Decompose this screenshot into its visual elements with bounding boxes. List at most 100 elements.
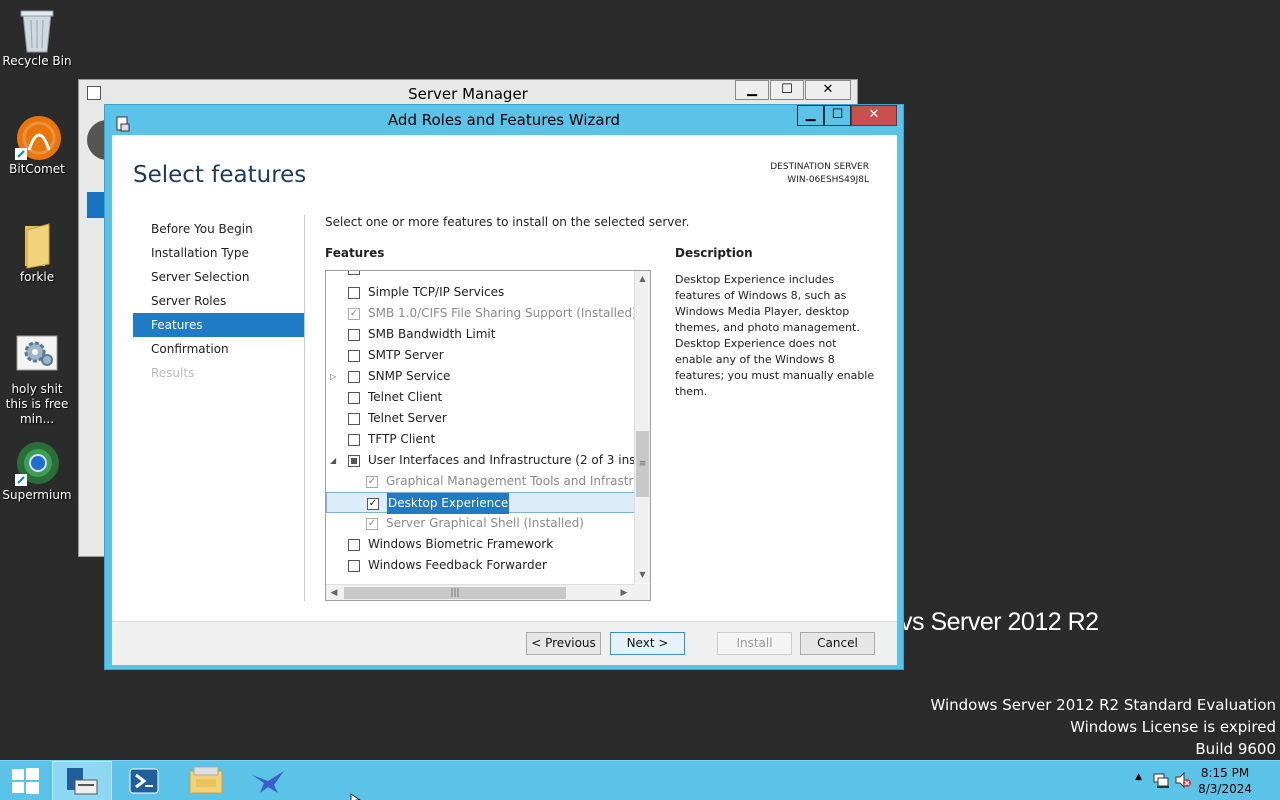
feature-checkbox[interactable] bbox=[348, 455, 360, 467]
feature-row[interactable]: ✓ Server Graphical Shell (Installed) bbox=[326, 513, 646, 534]
feature-checkbox[interactable] bbox=[348, 371, 360, 383]
recycle-bin-icon bbox=[15, 6, 59, 53]
feature-checkbox[interactable] bbox=[348, 434, 360, 446]
volume-muted-icon[interactable] bbox=[1174, 771, 1192, 793]
feature-label: Telnet Client bbox=[368, 390, 443, 404]
feature-row[interactable]: Windows Feedback Forwarder bbox=[326, 555, 646, 576]
feature-checkbox: ✓ bbox=[366, 518, 378, 530]
feature-label: Desktop Experience bbox=[387, 493, 510, 514]
desktop-icon-label: BitComet bbox=[9, 162, 65, 176]
feature-label: SMB Bandwidth Limit bbox=[368, 327, 496, 341]
nav-item-server-roles[interactable]: Server Roles bbox=[133, 289, 304, 313]
nav-item-results: Results bbox=[151, 366, 195, 380]
feature-row[interactable]: SMTP Server bbox=[326, 345, 646, 366]
nav-item-installation-type[interactable]: Installation Type bbox=[133, 241, 304, 265]
feature-row[interactable]: ▷ SNMP Service bbox=[326, 366, 646, 387]
server-manager-icon bbox=[87, 86, 101, 100]
feature-row[interactable]: Telnet Client bbox=[326, 387, 646, 408]
scroll-left-icon[interactable]: ◀ bbox=[326, 585, 342, 600]
network-icon[interactable] bbox=[1152, 771, 1170, 793]
feature-row[interactable]: ✓ SMB 1.0/CIFS File Sharing Support (Inst… bbox=[326, 303, 646, 324]
close-button[interactable]: ✕ bbox=[851, 105, 897, 126]
desktop-icon-label: Supermium bbox=[2, 488, 72, 502]
feature-row[interactable]: SMB Bandwidth Limit bbox=[326, 324, 646, 345]
feature-row[interactable]: Windows Biometric Framework bbox=[326, 534, 646, 555]
scroll-up-icon[interactable]: ▲ bbox=[635, 271, 650, 287]
mouse-cursor-icon bbox=[350, 790, 362, 800]
nav-item-before-you-begin[interactable]: Before You Begin bbox=[133, 217, 304, 241]
cancel-button[interactable]: Cancel bbox=[800, 632, 875, 655]
feature-row[interactable]: ✓ Graphical Management Tools and Infrastr… bbox=[326, 471, 650, 492]
nav-item-server-selection[interactable]: Server Selection bbox=[133, 265, 304, 289]
taskbar-file-explorer[interactable] bbox=[176, 761, 236, 800]
feature-row[interactable]: ◢ User Interfaces and Infrastructure (2 o… bbox=[326, 450, 650, 471]
nav-item-confirmation[interactable]: Confirmation bbox=[133, 337, 304, 361]
feature-label: Graphical Management Tools and Infrastru… bbox=[386, 474, 650, 488]
scroll-thumb[interactable]: ≡ bbox=[636, 431, 649, 497]
expand-toggle-icon[interactable]: ◢ bbox=[330, 450, 336, 471]
windows-logo-icon bbox=[12, 768, 39, 794]
desktop-icon-recycle-bin[interactable]: Recycle Bin bbox=[2, 6, 72, 69]
feature-label: Windows Feedback Forwarder bbox=[368, 558, 547, 572]
hscroll-thumb[interactable]: ||| bbox=[344, 587, 566, 599]
clock-time: 8:15 PM bbox=[1200, 766, 1250, 780]
taskbar-powershell[interactable] bbox=[114, 761, 174, 800]
horizontal-scrollbar[interactable]: ◀ ||| ▶ bbox=[326, 584, 650, 600]
watermark-license: Windows License is expired bbox=[1070, 718, 1276, 736]
feature-label: SMTP Server bbox=[368, 348, 444, 362]
maximize-button[interactable]: ☐ bbox=[824, 105, 851, 126]
desktop-icon-bitcomet[interactable]: BitComet bbox=[2, 114, 72, 177]
expand-toggle-icon[interactable]: ▷ bbox=[330, 366, 336, 387]
maximize-button[interactable]: ☐ bbox=[770, 80, 804, 100]
feature-row[interactable]: ✓ Desktop Experience bbox=[326, 492, 646, 514]
taskbar-server-manager[interactable] bbox=[52, 761, 112, 800]
feature-checkbox[interactable] bbox=[348, 287, 360, 299]
description-heading: Description bbox=[675, 246, 753, 260]
destination-server-name: WIN-06ESHS49J8L bbox=[787, 175, 869, 185]
feature-checkbox: ✓ bbox=[366, 476, 378, 488]
features-tree[interactable]: Simple TCP/IP Services ✓ SMB 1.0/CIFS File… bbox=[325, 270, 651, 601]
desktop-icon-forkle[interactable]: forkle bbox=[2, 222, 72, 285]
feature-label: Simple TCP/IP Services bbox=[368, 285, 505, 299]
instruction-text: Select one or more features to install o… bbox=[325, 215, 690, 229]
feature-checkbox[interactable] bbox=[348, 350, 360, 362]
previous-button[interactable]: < Previous bbox=[526, 632, 601, 655]
feature-label: TFTP Client bbox=[368, 432, 436, 446]
feature-row[interactable]: Telnet Server bbox=[326, 408, 646, 429]
feature-checkbox[interactable] bbox=[348, 413, 360, 425]
feature-checkbox[interactable] bbox=[348, 329, 360, 341]
scroll-corner bbox=[634, 584, 650, 600]
os-brand-text: vs Server 2012 R2 bbox=[900, 608, 1099, 636]
nav-item-features[interactable]: Features bbox=[133, 313, 304, 337]
feature-checkbox[interactable] bbox=[348, 392, 360, 404]
minimize-button[interactable]: ▁ bbox=[797, 105, 824, 126]
desktop-icon-label: Recycle Bin bbox=[2, 54, 72, 68]
feature-label: Windows Biometric Framework bbox=[368, 537, 554, 551]
start-button[interactable] bbox=[0, 761, 50, 800]
next-button[interactable]: Next > bbox=[610, 632, 685, 655]
feature-checkbox[interactable]: ✓ bbox=[367, 498, 379, 510]
close-button[interactable]: ✕ bbox=[805, 80, 851, 100]
page-title: Select features bbox=[133, 162, 307, 188]
wizard-titlebar[interactable]: Add Roles and Features Wizard ▁ ☐ ✕ bbox=[105, 105, 903, 135]
scroll-right-icon[interactable]: ▶ bbox=[616, 585, 632, 600]
settings-app-icon bbox=[15, 334, 59, 378]
wizard-body: Select features DESTINATION SERVER WIN-0… bbox=[112, 135, 897, 665]
minimize-button[interactable]: ▁ bbox=[735, 80, 769, 100]
clock[interactable]: 8:15 PM 8/3/2024 bbox=[1198, 765, 1252, 797]
feature-checkbox[interactable] bbox=[348, 539, 360, 551]
wizard-window[interactable]: Add Roles and Features Wizard ▁ ☐ ✕ Sele… bbox=[104, 104, 904, 670]
desktop-icon-supermium[interactable]: Supermium bbox=[2, 440, 72, 503]
feature-checkbox[interactable] bbox=[348, 560, 360, 572]
feature-label: User Interfaces and Infrastructure (2 of… bbox=[368, 453, 651, 467]
vertical-scrollbar[interactable]: ▲ ≡ ▼ bbox=[634, 271, 650, 583]
scroll-down-icon[interactable]: ▼ bbox=[635, 567, 650, 583]
server-manager-taskbar-icon bbox=[67, 768, 98, 795]
show-hidden-icons-button[interactable]: ▲ bbox=[1135, 772, 1142, 782]
desktop-icon-free-min[interactable]: holy shit this is free min... bbox=[2, 334, 72, 427]
feature-row[interactable]: Simple TCP/IP Services bbox=[326, 282, 646, 303]
feature-label: SMB 1.0/CIFS File Sharing Support (Insta… bbox=[368, 306, 637, 320]
wizard-footer: < Previous Next > Install Cancel bbox=[112, 621, 897, 665]
feature-row[interactable]: TFTP Client bbox=[326, 429, 646, 450]
taskbar-app-bird[interactable] bbox=[238, 761, 298, 800]
